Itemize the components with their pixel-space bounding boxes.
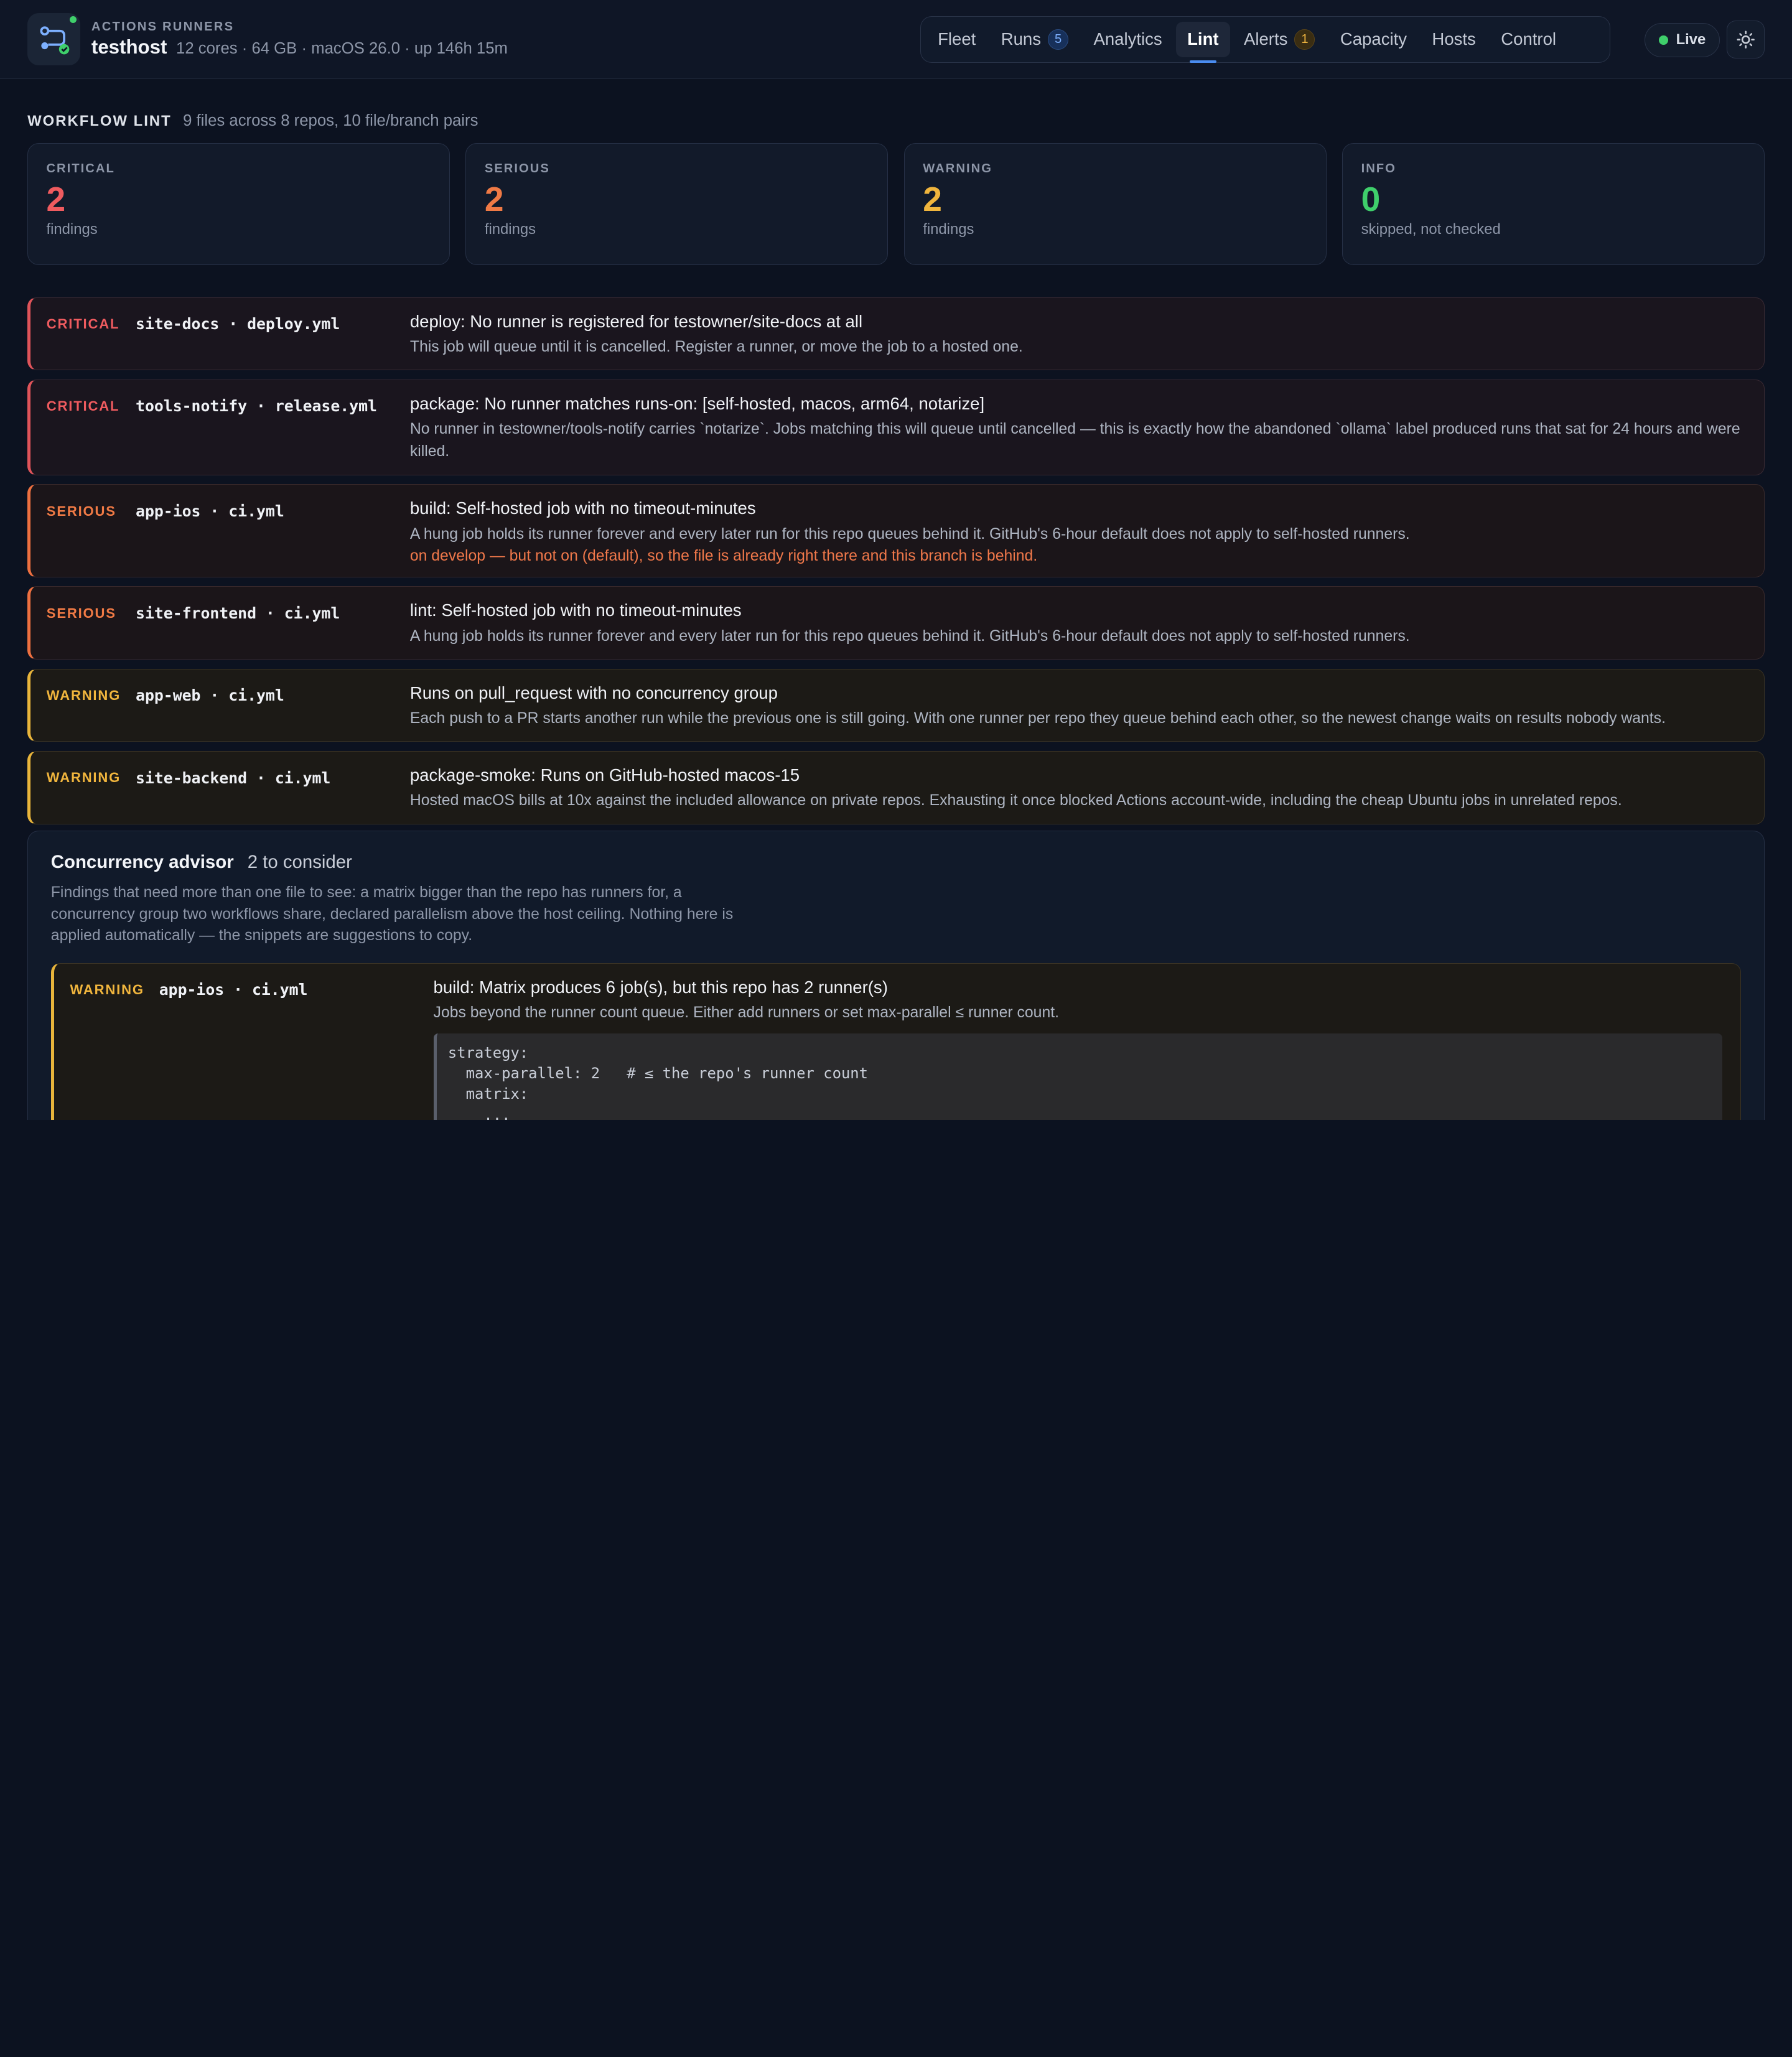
status-dot [70,16,77,24]
stat-caption: findings [46,220,98,238]
section-subtitle: 9 files across 8 repos, 10 file/branch p… [183,111,478,129]
live-label: Live [1676,31,1706,49]
nav-label: Analytics [1093,29,1162,49]
finding-file: app-ios · ci.yml [136,501,284,520]
nav-lint[interactable]: Lint [1175,21,1230,63]
finding-file: app-ios · ci.yml [159,981,308,999]
finding-headline: package: No runner matches runs-on: [sel… [409,393,985,413]
nav-label: Runs [1001,29,1042,49]
severity-label: WARNING [46,688,121,704]
finding-file: site-backend · ci.yml [136,768,331,787]
runs-count-badge: 5 [1048,29,1069,50]
live-toggle[interactable]: Live [1645,22,1720,57]
finding-headline: build: Self-hosted job with no timeout-m… [409,498,756,518]
finding-detail: No runner in testowner/tools-notify carr… [409,421,1740,460]
nav-label: Hosts [1432,29,1476,49]
severity-label: CRITICAL [46,315,120,332]
stat-label: INFO [1361,161,1396,175]
stat-label: CRITICAL [46,161,115,175]
stat-value: 2 [923,180,942,219]
finding-detail: A hung job holds its runner forever and … [409,627,1410,645]
page: ACTIONS RUNNERS testhost 12 cores · 64 G… [0,0,1792,1120]
nav-control[interactable]: Control [1490,22,1568,57]
finding-headline: package-smoke: Runs on GitHub-hosted mac… [409,765,800,785]
advisor-finding-row[interactable]: WARNING app-ios · ci.yml build: Matrix p… [50,963,1742,1120]
severity-label: SERIOUS [46,503,116,519]
stat-caption: skipped, not checked [1361,220,1501,238]
host-meta: 12 cores · 64 GB · macOS 26.0 · up 146h … [176,40,508,58]
lint-section-heading: WORKFLOW LINT 9 files across 8 repos, 10… [27,112,478,130]
finding-headline: deploy: No runner is registered for test… [409,311,863,331]
stat-serious: SERIOUS 2 findings [465,142,889,266]
finding-row[interactable]: SERIOUS site-frontend · ci.yml lint: Sel… [27,586,1765,660]
nav-runs[interactable]: Runs 5 [989,22,1080,57]
app-header: ACTIONS RUNNERS testhost 12 cores · 64 G… [0,0,1792,79]
host-name: testhost [91,36,167,58]
section-title: WORKFLOW LINT [27,112,172,129]
app-logo [27,12,80,66]
workflow-icon [40,26,70,55]
severity-label: WARNING [46,770,121,786]
theme-toggle-button[interactable] [1727,21,1765,58]
stat-caption: findings [484,220,536,238]
finding-detail: This job will queue until it is cancelle… [409,338,1023,355]
stat-caption: findings [923,220,974,238]
stat-critical: CRITICAL 2 findings [27,142,450,266]
nav-alerts[interactable]: Alerts 1 [1233,22,1327,57]
severity-label: CRITICAL [46,398,120,414]
findings-list: CRITICAL site-docs · deploy.yml deploy: … [27,297,1765,834]
nav-analytics[interactable]: Analytics [1082,22,1174,57]
sun-icon [1737,30,1755,49]
branch-note: on develop — but not on (default), so th… [409,548,1038,565]
finding-detail: Hosted macOS bills at 10x against the in… [409,792,1622,809]
app-eyebrow: ACTIONS RUNNERS [91,19,235,34]
finding-headline: build: Matrix produces 6 job(s), but thi… [433,977,888,997]
stat-value: 2 [484,180,504,219]
finding-row[interactable]: CRITICAL site-docs · deploy.yml deploy: … [27,297,1765,371]
advisor-count: 2 to consider [247,852,352,873]
finding-detail: A hung job holds its runner forever and … [409,525,1410,543]
nav-label: Capacity [1340,29,1407,49]
severity-label: SERIOUS [46,605,116,621]
stat-label: SERIOUS [484,161,550,175]
finding-headline: Runs on pull_request with no concurrency… [409,683,778,702]
finding-row[interactable]: WARNING app-web · ci.yml Runs on pull_re… [27,668,1765,742]
stat-label: WARNING [923,161,992,175]
alerts-count-badge: 1 [1294,29,1315,50]
concurrency-advisor: Concurrency advisor 2 to consider Findin… [27,831,1765,1120]
nav-capacity[interactable]: Capacity [1328,22,1418,57]
finding-detail: Each push to a PR starts another run whi… [409,710,1666,727]
severity-summary: CRITICAL 2 findings SERIOUS 2 findings W… [27,142,1765,266]
main-nav: Fleet Runs 5 Analytics Lint Alerts 1 Capac… [920,16,1610,63]
nav-label: Lint [1187,29,1219,49]
finding-row[interactable]: CRITICAL tools-notify · release.yml pack… [27,379,1765,475]
finding-file: site-docs · deploy.yml [136,315,340,334]
live-indicator-icon [1659,35,1668,45]
severity-label: WARNING [70,982,144,998]
advisor-title: Concurrency advisor [50,852,234,873]
stat-info: INFO 0 skipped, not checked [1342,142,1765,266]
stat-warning: WARNING 2 findings [903,142,1327,266]
nav-label: Control [1501,29,1557,49]
finding-file: app-web · ci.yml [136,686,284,705]
finding-file: tools-notify · release.yml [136,397,377,416]
finding-row[interactable]: WARNING site-backend · ci.yml package-sm… [27,751,1765,824]
stat-value: 2 [46,180,66,219]
nav-label: Fleet [938,29,976,49]
advisor-description: Findings that need more than one file to… [50,884,734,945]
nav-hosts[interactable]: Hosts [1421,22,1487,57]
finding-detail: Jobs beyond the runner count queue. Eith… [433,1004,1059,1022]
nav-fleet[interactable]: Fleet [926,22,987,57]
finding-file: site-frontend · ci.yml [136,604,340,622]
nav-label: Alerts [1243,29,1288,49]
code-snippet[interactable]: strategy: max-parallel: 2 # ≤ the repo's… [433,1033,1722,1120]
finding-row[interactable]: SERIOUS app-ios · ci.yml build: Self-hos… [27,484,1765,577]
stat-value: 0 [1361,180,1381,219]
finding-headline: lint: Self-hosted job with no timeout-mi… [409,600,742,620]
host-info: ACTIONS RUNNERS testhost 12 cores · 64 G… [91,20,508,59]
